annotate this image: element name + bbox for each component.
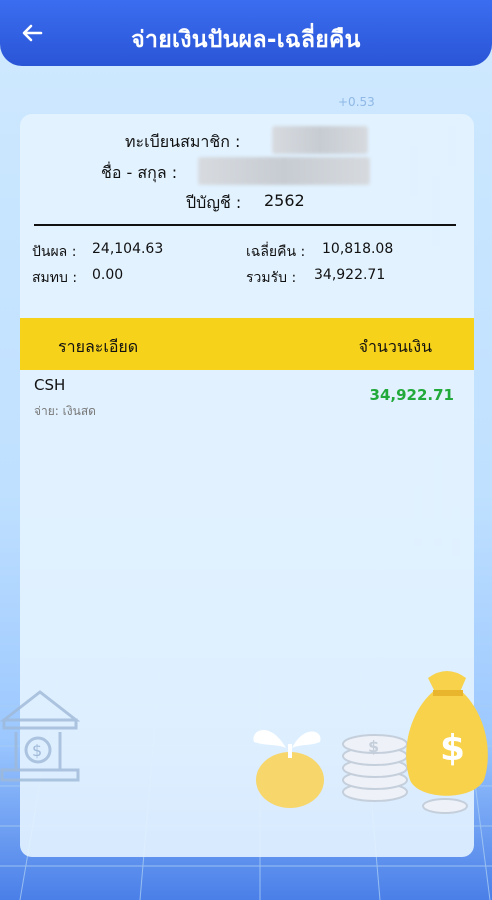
item-description: จ่าย: เงินสด	[34, 404, 96, 418]
svg-text:$: $	[440, 728, 465, 769]
name-redacted	[198, 157, 370, 185]
refund-label: เฉลี่ยคืน :	[246, 244, 306, 260]
year-value: 2562	[264, 191, 305, 210]
total-value: 34,922.71	[314, 267, 386, 283]
dividend-label: ปันผล :	[32, 244, 77, 260]
bank-icon: $	[0, 690, 80, 782]
dividend-value: 24,104.63	[92, 241, 164, 257]
deduct-label: สมทบ :	[32, 270, 78, 286]
app-header: จ่ายเงินปันผล-เฉลี่ยคืน	[0, 0, 492, 66]
page-title: จ่ายเงินปันผล-เฉลี่ยคืน	[131, 27, 361, 53]
money-bags-illustration: $ $	[253, 671, 488, 814]
column-amount-header: จำนวนเงิน	[358, 337, 432, 356]
item-amount: 34,922.71	[369, 386, 454, 404]
member-no-label: ทะเบียนสมาชิก :	[125, 132, 241, 151]
section-divider	[34, 224, 456, 226]
name-label: ชื่อ - สกุล :	[101, 163, 178, 182]
total-label: รวมรับ :	[246, 270, 297, 286]
member-no-redacted	[272, 126, 368, 154]
svg-text:$: $	[32, 741, 42, 760]
column-detail-header: รายละเอียด	[58, 337, 139, 356]
refund-value: 10,818.08	[322, 241, 394, 257]
ticker-text: +0.53	[338, 95, 375, 109]
table-header: รายละเอียด จำนวนเงิน	[20, 318, 474, 370]
svg-text:$: $	[368, 737, 379, 756]
item-code: CSH	[34, 376, 66, 394]
year-label: ปีบัญชี :	[186, 193, 242, 212]
deduct-value: 0.00	[92, 267, 124, 283]
